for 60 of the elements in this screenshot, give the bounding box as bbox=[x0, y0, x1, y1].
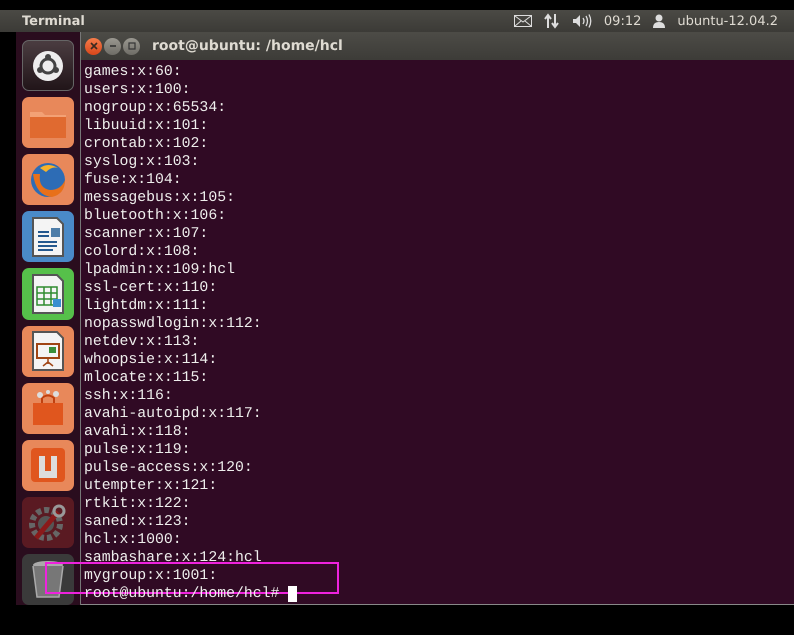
trash-icon bbox=[30, 559, 66, 600]
user-name[interactable]: ubuntu-12.04.2 bbox=[677, 14, 778, 28]
maximize-icon bbox=[128, 42, 136, 50]
text-document-icon bbox=[29, 216, 67, 258]
terminal-line: lightdm:x:111: bbox=[84, 297, 210, 315]
launcher-button[interactable] bbox=[22, 554, 74, 605]
gear-wrench-icon bbox=[28, 502, 68, 542]
network-arrows-icon[interactable] bbox=[544, 13, 560, 29]
user-icon[interactable] bbox=[653, 14, 666, 28]
terminal-line: colord:x:108: bbox=[84, 243, 200, 261]
terminal-line: games:x:60: bbox=[84, 63, 183, 81]
terminal-line: mygroup:x:1001: bbox=[84, 567, 218, 585]
terminal-line: crontab:x:102: bbox=[84, 135, 210, 153]
terminal-line: saned:x:123: bbox=[84, 513, 192, 531]
launcher-button[interactable] bbox=[22, 496, 74, 548]
terminal-line: mlocate:x:115: bbox=[84, 369, 210, 387]
terminal-line: pulse:x:119: bbox=[84, 441, 192, 459]
terminal-line: nogroup:x:65534: bbox=[84, 99, 228, 117]
minimize-icon bbox=[108, 42, 116, 50]
spreadsheet-icon bbox=[29, 272, 67, 315]
letter-u-icon bbox=[29, 446, 67, 484]
terminal-line: netdev:x:113: bbox=[84, 333, 200, 351]
maximize-button[interactable] bbox=[123, 38, 140, 54]
launcher-button[interactable] bbox=[22, 326, 74, 377]
terminal-line: whoopsie:x:114: bbox=[84, 351, 218, 369]
text-cursor bbox=[288, 586, 298, 602]
presentation-icon bbox=[29, 330, 67, 372]
launcher-button[interactable] bbox=[22, 211, 74, 262]
terminal-line: rtkit:x:122: bbox=[84, 495, 192, 513]
launcher-button[interactable] bbox=[22, 154, 74, 206]
terminal-line: hcl:x:1000: bbox=[84, 531, 183, 549]
window-title: root@ubuntu: /home/hcl bbox=[152, 38, 343, 54]
terminal-line: avahi-autoipd:x:117: bbox=[84, 405, 263, 423]
volume-icon[interactable] bbox=[572, 14, 592, 28]
close-button[interactable] bbox=[85, 38, 102, 54]
terminal-line: users:x:100: bbox=[84, 81, 192, 99]
terminal-line: ssl-cert:x:110: bbox=[84, 279, 218, 297]
terminal-line: bluetooth:x:106: bbox=[84, 207, 228, 225]
terminal-line: syslog:x:103: bbox=[84, 153, 200, 171]
terminal-line: scanner:x:107: bbox=[84, 225, 210, 243]
mail-icon[interactable] bbox=[514, 15, 532, 27]
terminal-line: lpadmin:x:109:hcl bbox=[84, 261, 236, 279]
clock[interactable]: 09:12 bbox=[604, 14, 642, 28]
terminal-line: fuse:x:104: bbox=[84, 171, 183, 189]
terminal-line: avahi:x:118: bbox=[84, 423, 192, 441]
terminal-line: sambashare:x:124:hcl bbox=[84, 549, 263, 567]
terminal-line: ssh:x:116: bbox=[84, 387, 174, 405]
close-icon bbox=[90, 42, 98, 50]
terminal-line: libuuid:x:101: bbox=[84, 117, 210, 135]
app-title: Terminal bbox=[22, 14, 85, 28]
terminal-line: utempter:x:121: bbox=[84, 477, 218, 495]
terminal-line: pulse-access:x:120: bbox=[84, 459, 254, 477]
launcher-button[interactable] bbox=[22, 97, 74, 148]
terminal-line: nopasswdlogin:x:112: bbox=[84, 315, 263, 333]
terminal-line: messagebus:x:105: bbox=[84, 189, 236, 207]
launcher-button[interactable] bbox=[22, 268, 74, 320]
launcher-button[interactable] bbox=[22, 382, 74, 434]
minimize-button[interactable] bbox=[104, 38, 121, 54]
launcher-button[interactable] bbox=[22, 40, 74, 92]
launcher-button[interactable] bbox=[22, 440, 74, 491]
